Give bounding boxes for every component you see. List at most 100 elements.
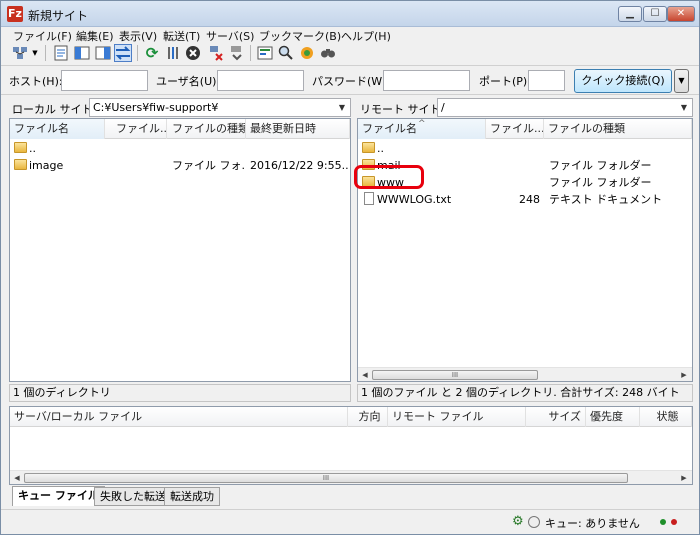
list-item[interactable]: WWWLOG.txt 248 テキスト ドキュメント xyxy=(358,191,692,208)
remote-column-header: ファイル名 ^ ファイル... ファイルの種類 xyxy=(358,119,692,139)
local-status-text: 1 個のディレクトリ xyxy=(9,384,351,402)
chevron-down-icon[interactable]: ▼ xyxy=(335,100,349,115)
process-queue-icon[interactable] xyxy=(164,44,182,62)
local-col-modified[interactable]: 最終更新日時 xyxy=(246,119,350,139)
local-col-filesize[interactable]: ファイル... xyxy=(112,119,167,139)
scroll-right-icon[interactable]: ▶ xyxy=(678,369,690,381)
queue-col-status[interactable]: 状態 xyxy=(640,407,692,427)
filter-icon[interactable] xyxy=(256,44,274,62)
toolbar-separator xyxy=(250,45,251,61)
local-path-combo[interactable]: C:¥Users¥fiw-support¥ ▼ xyxy=(89,98,351,117)
window-title: 新規サイト xyxy=(28,9,89,23)
local-site-label: ローカル サイト: xyxy=(12,103,97,116)
remote-path-combo[interactable]: / ▼ xyxy=(437,98,693,117)
folder-icon xyxy=(14,159,27,170)
quickconnect-history-dropdown[interactable]: ▼ xyxy=(674,69,689,93)
queue-column-header: サーバ/ローカル ファイル 方向 リモート ファイル サイズ 優先度 状態 xyxy=(10,407,692,427)
remote-col-filename[interactable]: ファイル名 ^ xyxy=(358,119,486,139)
password-label: パスワード(W): xyxy=(312,75,391,88)
queue-horizontal-scrollbar[interactable]: ◀ III ▶ xyxy=(10,470,692,484)
maximize-button[interactable]: ☐ xyxy=(643,6,667,22)
queue-col-size[interactable]: サイズ xyxy=(526,407,586,427)
gear-icon[interactable]: ⚙ xyxy=(512,514,524,529)
scroll-thumb[interactable]: III xyxy=(372,370,538,380)
toolbar-separator xyxy=(45,45,46,61)
minimize-button[interactable]: ▁ xyxy=(618,6,642,22)
host-input[interactable] xyxy=(61,70,148,91)
dir-compare-icon[interactable] xyxy=(277,44,295,62)
local-col-filename[interactable]: ファイル名 xyxy=(10,119,105,139)
quickconnect-bar: ホスト(H): ユーザ名(U): パスワード(W): ポート(P): クイック接… xyxy=(1,65,699,95)
scroll-left-icon[interactable]: ◀ xyxy=(11,472,23,484)
tab-queued-files[interactable]: キュー ファイル xyxy=(12,486,105,506)
menu-transfer[interactable]: 転送(T) xyxy=(163,28,200,44)
local-row-modified: 2016/12/22 9:55... xyxy=(250,159,348,172)
filezilla-window: Fz 新規サイト ▁ ☐ ✕ ファイル(F) 編集(E) 表示(V) 転送(T)… xyxy=(0,0,700,535)
queue-col-local-file[interactable]: サーバ/ローカル ファイル xyxy=(10,407,348,427)
speed-limit-icon[interactable] xyxy=(528,516,540,528)
local-tree-icon[interactable] xyxy=(73,44,91,62)
folder-icon xyxy=(362,142,375,153)
port-input[interactable] xyxy=(528,70,565,91)
refresh-icon[interactable]: ⟳ xyxy=(143,44,161,62)
menu-help[interactable]: ヘルプ(H) xyxy=(341,28,391,44)
remote-status-text: 1 個のファイル と 2 個のディレクトリ. 合計サイズ: 248 バイト xyxy=(357,384,693,402)
cancel-icon[interactable] xyxy=(184,44,202,62)
username-label: ユーザ名(U): xyxy=(156,75,221,88)
scroll-left-icon[interactable]: ◀ xyxy=(359,369,371,381)
transfer-queue-icon[interactable] xyxy=(114,44,132,62)
sort-ascending-icon: ^ xyxy=(418,119,426,129)
folder-icon xyxy=(14,142,27,153)
title-bar: Fz 新規サイト ▁ ☐ ✕ xyxy=(1,1,699,27)
port-label: ポート(P): xyxy=(479,75,531,88)
password-input[interactable] xyxy=(383,70,470,91)
remote-tree-icon[interactable] xyxy=(94,44,112,62)
remote-site-label: リモート サイト: xyxy=(360,103,445,116)
toolbar: ▼ ⟳ xyxy=(1,43,699,63)
list-item[interactable]: .. xyxy=(10,140,350,157)
list-item[interactable]: .. xyxy=(358,140,692,157)
menu-edit[interactable]: 編集(E) xyxy=(76,28,114,44)
local-col-filetype[interactable]: ファイルの種類 xyxy=(168,119,246,139)
queue-status-text: キュー: ありません xyxy=(545,517,640,530)
remote-col-filesize[interactable]: ファイル... xyxy=(486,119,544,139)
username-input[interactable] xyxy=(217,70,304,91)
remote-horizontal-scrollbar[interactable]: ◀ III ▶ xyxy=(358,367,692,381)
search-icon[interactable] xyxy=(319,44,337,62)
remote-row-type: ファイル フォルダー xyxy=(549,176,652,189)
message-log-icon[interactable] xyxy=(52,44,70,62)
remote-row-type: ファイル フォルダー xyxy=(549,159,652,172)
remote-site-bar: リモート サイト: / ▼ xyxy=(357,98,693,118)
local-row-type: ファイル フォ... xyxy=(172,159,246,172)
tab-successful-transfers[interactable]: 転送成功 xyxy=(164,487,220,506)
remote-file-list: ファイル名 ^ ファイル... ファイルの種類 .. mail ファイル フォル… xyxy=(357,118,693,382)
toolbar-separator xyxy=(137,45,138,61)
local-column-header: ファイル名 ファイル... ファイルの種類 最終更新日時 xyxy=(10,119,350,139)
scroll-right-icon[interactable]: ▶ xyxy=(678,472,690,484)
filezilla-app-icon: Fz xyxy=(7,6,23,22)
remote-col-filetype[interactable]: ファイルの種類 xyxy=(544,119,692,139)
menu-server[interactable]: サーバ(S) xyxy=(206,28,254,44)
remote-col-filename-label: ファイル名 xyxy=(362,122,417,135)
sync-browse-icon[interactable] xyxy=(298,44,316,62)
reconnect-icon[interactable] xyxy=(228,44,246,62)
menu-bar: ファイル(F) 編集(E) 表示(V) 転送(T) サーバ(S) ブックマーク(… xyxy=(1,27,699,43)
tab-failed-transfers[interactable]: 失敗した転送 xyxy=(94,487,172,506)
menu-file[interactable]: ファイル(F) xyxy=(13,28,72,44)
queue-col-remote-file[interactable]: リモート ファイル xyxy=(388,407,526,427)
menu-bookmarks[interactable]: ブックマーク(B) xyxy=(259,28,341,44)
scroll-thumb[interactable]: III xyxy=(24,473,628,483)
disconnect-icon[interactable] xyxy=(207,44,225,62)
site-manager-icon[interactable] xyxy=(11,44,29,62)
menu-view[interactable]: 表示(V) xyxy=(119,28,157,44)
remote-row-type: テキスト ドキュメント xyxy=(549,193,663,206)
dropdown-icon[interactable]: ▼ xyxy=(30,44,40,62)
quickconnect-button[interactable]: クイック接続(Q) xyxy=(574,69,672,93)
queue-col-direction[interactable]: 方向 xyxy=(348,407,388,427)
close-button[interactable]: ✕ xyxy=(667,6,695,22)
queue-col-priority[interactable]: 優先度 xyxy=(586,407,640,427)
chevron-down-icon[interactable]: ▼ xyxy=(677,100,691,115)
local-file-list: ファイル名 ファイル... ファイルの種類 最終更新日時 .. image ファ… xyxy=(9,118,351,382)
host-label: ホスト(H): xyxy=(9,75,63,88)
list-item[interactable]: image ファイル フォ... 2016/12/22 9:55... xyxy=(10,157,350,174)
